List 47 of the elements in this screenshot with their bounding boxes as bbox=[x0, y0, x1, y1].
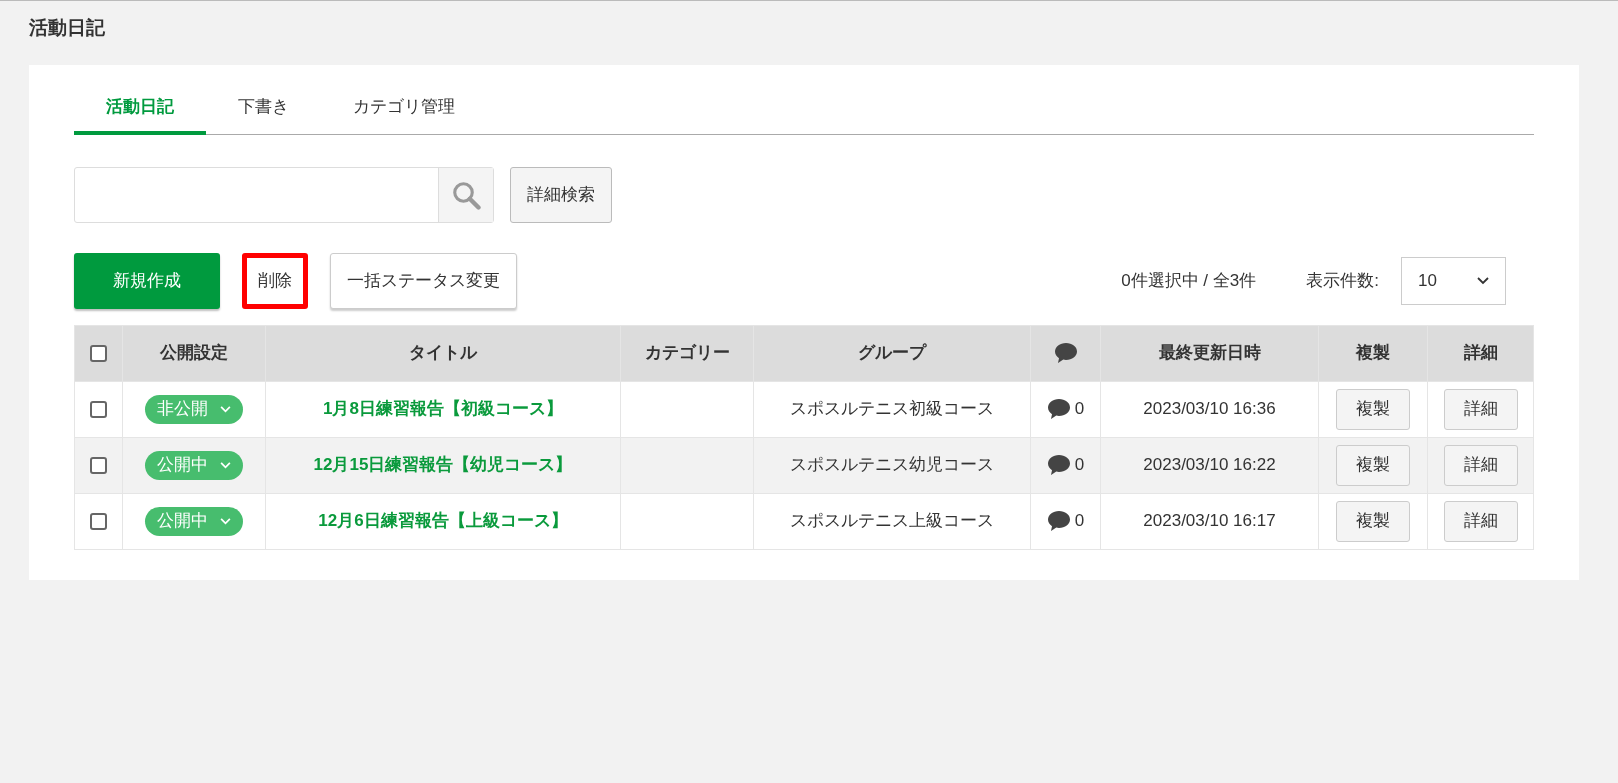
column-header: 公開設定 bbox=[160, 343, 228, 363]
chevron-icon bbox=[220, 517, 231, 525]
column-header: カテゴリー bbox=[644, 343, 730, 363]
comment-count: 0 bbox=[1074, 454, 1085, 477]
advanced-search-button[interactable]: 詳細検索 bbox=[510, 166, 612, 223]
page-size-label: 表示件数: bbox=[1306, 269, 1379, 292]
chevron-icon bbox=[220, 461, 231, 469]
detail-button[interactable]: 詳細 bbox=[1443, 388, 1518, 430]
column-header: 最終更新日時 bbox=[1158, 343, 1261, 363]
checkbox[interactable] bbox=[90, 400, 107, 418]
checkbox[interactable] bbox=[90, 344, 107, 362]
tab[interactable]: 活動日記 bbox=[74, 82, 206, 135]
comment-count: 0 bbox=[1074, 510, 1085, 533]
search-icon[interactable] bbox=[451, 179, 481, 210]
table-cell: 2023/03/10 16:36 bbox=[1143, 399, 1276, 419]
comment-count: 0 bbox=[1074, 398, 1085, 421]
table-cell: スポスルテニス初級コース bbox=[790, 399, 994, 419]
column-header: 複製 bbox=[1356, 343, 1390, 363]
chevron-icon bbox=[1477, 276, 1489, 285]
action-button[interactable]: 削除 bbox=[242, 252, 308, 309]
checkbox[interactable] bbox=[90, 456, 107, 474]
page-title: 活動日記 bbox=[29, 16, 105, 40]
column-header: タイトル bbox=[409, 343, 477, 363]
action-button[interactable]: 新規作成 bbox=[74, 252, 220, 309]
copy-button[interactable]: 複製 bbox=[1336, 388, 1410, 430]
action-button[interactable]: 一括ステータス変更 bbox=[330, 252, 517, 309]
column-header: グループ bbox=[858, 343, 926, 363]
detail-button[interactable]: 詳細 bbox=[1443, 500, 1518, 542]
checkbox[interactable] bbox=[90, 512, 107, 530]
speech-bubble-icon bbox=[1046, 398, 1071, 420]
table-cell: スポスルテニス上級コース bbox=[790, 511, 994, 531]
speech-bubble-icon bbox=[1046, 510, 1071, 532]
copy-button[interactable]: 複製 bbox=[1336, 500, 1410, 542]
table-cell: 2023/03/10 16:17 bbox=[1143, 511, 1276, 531]
page-size-select[interactable]: 10 bbox=[1401, 256, 1506, 305]
tab[interactable]: 下書き bbox=[206, 82, 321, 135]
tab[interactable]: カテゴリ管理 bbox=[321, 82, 487, 135]
selection-summary: 0件選択中 / 全3件 bbox=[1121, 269, 1257, 292]
chevron-icon bbox=[220, 405, 231, 413]
speech-bubble-icon bbox=[1053, 342, 1078, 364]
table-cell: スポスルテニス幼児コース bbox=[790, 455, 994, 475]
copy-button[interactable]: 複製 bbox=[1336, 444, 1410, 486]
column-header: 詳細 bbox=[1463, 343, 1498, 363]
search-field[interactable] bbox=[74, 166, 494, 223]
speech-bubble-icon bbox=[1046, 454, 1071, 476]
table-cell: 2023/03/10 16:22 bbox=[1143, 455, 1276, 475]
detail-button[interactable]: 詳細 bbox=[1443, 444, 1518, 486]
